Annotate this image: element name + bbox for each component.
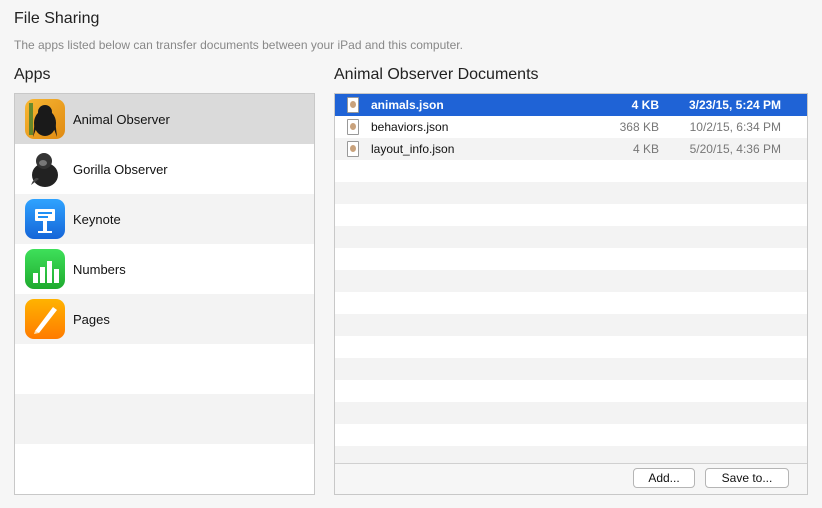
- add-button[interactable]: Add...: [633, 468, 695, 488]
- app-row-pages[interactable]: Pages: [15, 294, 314, 344]
- page-title: File Sharing: [14, 10, 100, 27]
- numbers-app-icon: [25, 249, 65, 289]
- document-size: 368 KB: [619, 120, 659, 134]
- empty-row: [335, 402, 807, 424]
- app-name: Numbers: [73, 261, 126, 277]
- document-date: 10/2/15, 6:34 PM: [689, 120, 781, 134]
- empty-row: [335, 160, 807, 182]
- empty-row: [335, 358, 807, 380]
- app-row-animal-observer[interactable]: Animal Observer: [15, 94, 314, 144]
- app-row-gorilla-observer[interactable]: Gorilla Observer: [15, 144, 314, 194]
- json-file-icon: [347, 119, 359, 135]
- page-subtitle: The apps listed below can transfer docum…: [14, 38, 463, 52]
- document-size: 4 KB: [631, 98, 659, 112]
- app-name: Gorilla Observer: [73, 161, 168, 177]
- app-row-keynote[interactable]: Keynote: [15, 194, 314, 244]
- pages-app-icon: [25, 299, 65, 339]
- empty-row: [335, 248, 807, 270]
- document-date: 5/20/15, 4:36 PM: [689, 142, 781, 156]
- app-name: Keynote: [73, 211, 121, 227]
- save-to-button[interactable]: Save to...: [705, 468, 789, 488]
- gorilla-observer-app-icon: [25, 149, 65, 189]
- documents-heading: Animal Observer Documents: [334, 66, 539, 83]
- keynote-app-icon: [25, 199, 65, 239]
- app-name: Pages: [73, 311, 110, 327]
- empty-row: [335, 204, 807, 226]
- empty-row: [335, 182, 807, 204]
- document-name: animals.json: [371, 98, 444, 112]
- empty-row: [335, 270, 807, 292]
- empty-row: [15, 444, 314, 494]
- empty-row: [335, 314, 807, 336]
- empty-row: [15, 394, 314, 444]
- documents-list: animals.json 4 KB 3/23/15, 5:24 PM behav…: [334, 93, 808, 495]
- app-name: Animal Observer: [73, 111, 170, 127]
- empty-row: [335, 226, 807, 248]
- json-file-icon: [347, 141, 359, 157]
- empty-row: [15, 344, 314, 394]
- empty-row: [335, 336, 807, 358]
- empty-row: [335, 380, 807, 402]
- animal-observer-app-icon: [25, 99, 65, 139]
- documents-toolbar: Add... Save to...: [335, 463, 807, 494]
- empty-row: [335, 292, 807, 314]
- document-size: 4 KB: [632, 142, 659, 156]
- document-row[interactable]: behaviors.json 368 KB 10/2/15, 6:34 PM: [335, 116, 807, 138]
- document-name: behaviors.json: [371, 120, 449, 134]
- apps-list: Animal Observer Gorilla Observer Keynote: [14, 93, 315, 495]
- empty-row: [335, 424, 807, 446]
- document-name: layout_info.json: [371, 142, 455, 156]
- apps-heading: Apps: [14, 66, 51, 83]
- document-date: 3/23/15, 5:24 PM: [688, 98, 781, 112]
- json-file-icon: [347, 97, 359, 113]
- document-row[interactable]: layout_info.json 4 KB 5/20/15, 4:36 PM: [335, 138, 807, 160]
- document-row[interactable]: animals.json 4 KB 3/23/15, 5:24 PM: [335, 94, 807, 116]
- app-row-numbers[interactable]: Numbers: [15, 244, 314, 294]
